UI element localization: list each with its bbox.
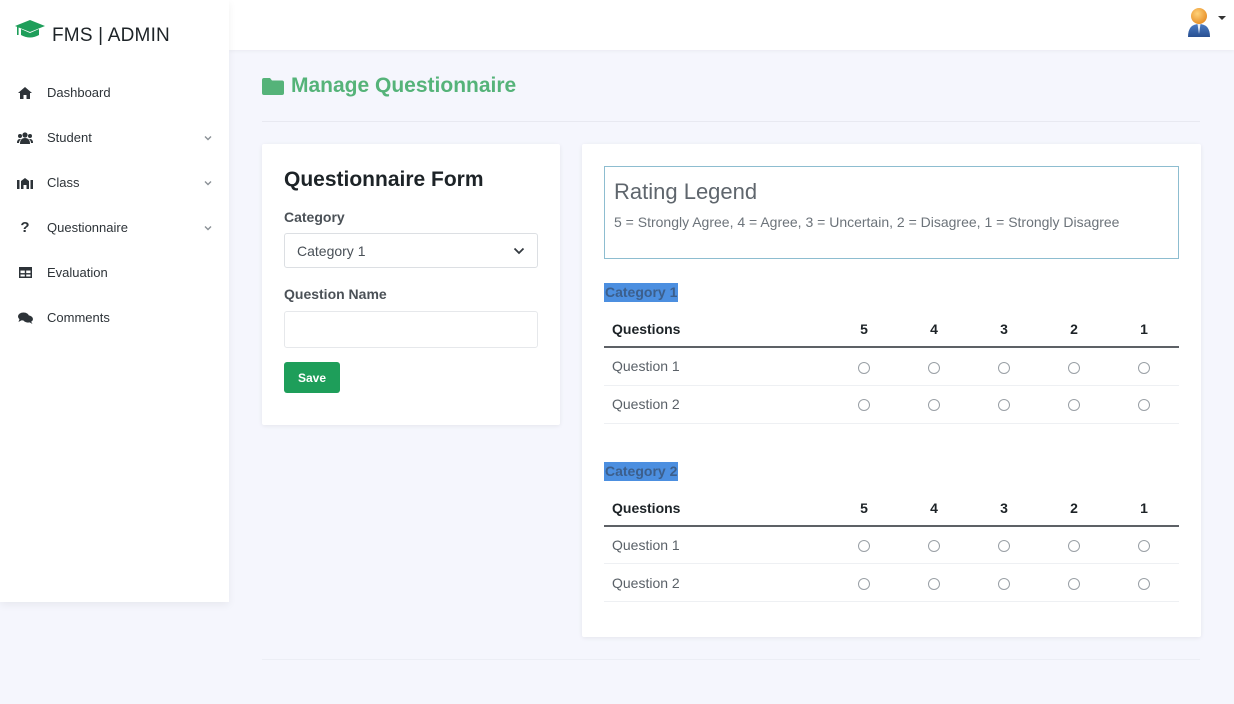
- table-row: Question 1: [604, 347, 1179, 386]
- sidebar-nav: Dashboard Student Class ? Questionnaire: [0, 70, 229, 340]
- column-header: 5: [829, 312, 899, 348]
- rating-radio-5[interactable]: [858, 540, 870, 553]
- topbar: [229, 0, 1234, 50]
- column-header: 1: [1109, 312, 1179, 348]
- table-row: Question 1: [604, 525, 1179, 564]
- sidebar-item-label: Dashboard: [47, 85, 111, 100]
- table-row: Question 2: [604, 385, 1179, 424]
- question-icon: ?: [20, 219, 30, 236]
- comments-icon: [17, 311, 33, 325]
- rating-radio-4[interactable]: [928, 540, 940, 553]
- rating-radio-1[interactable]: [1138, 577, 1150, 590]
- rating-legend-text: 5 = Strongly Agree, 4 = Agree, 3 = Uncer…: [614, 214, 1120, 230]
- column-header: 1: [1109, 490, 1179, 527]
- column-header: Questions: [604, 312, 829, 348]
- column-header: Questions: [604, 490, 829, 527]
- question-name-label: Question Name: [284, 286, 387, 302]
- user-avatar-icon: [1188, 8, 1210, 37]
- folder-icon: [262, 77, 284, 95]
- category-heading: Category 2: [604, 461, 679, 481]
- sidebar-item-dashboard[interactable]: Dashboard: [0, 70, 229, 115]
- category-heading: Category 1: [604, 283, 679, 302]
- sidebar-item-label: Student: [47, 130, 92, 145]
- rating-radio-3[interactable]: [998, 399, 1010, 412]
- caret-down-icon: [1218, 16, 1226, 20]
- question-name-input[interactable]: [284, 311, 538, 348]
- table-icon: [17, 266, 33, 280]
- sidebar-item-label: Comments: [47, 310, 110, 325]
- category-select[interactable]: Category 1: [284, 233, 538, 268]
- question-text: Question 2: [604, 385, 829, 424]
- table-header-row: Questions 5 4 3 2 1: [604, 490, 1179, 527]
- rating-radio-2[interactable]: [1068, 399, 1080, 412]
- chevron-down-icon: [204, 180, 212, 185]
- page-title-text: Manage Questionnaire: [291, 74, 517, 97]
- question-text: Question 1: [604, 525, 829, 564]
- school-icon: [17, 176, 33, 190]
- column-header: 3: [969, 490, 1039, 527]
- rating-radio-4[interactable]: [928, 577, 940, 590]
- column-header: 4: [899, 490, 969, 527]
- questionnaire-form-card: Questionnaire Form Category Category 1 Q…: [262, 144, 560, 425]
- rating-radio-1[interactable]: [1138, 399, 1150, 412]
- rating-radio-3[interactable]: [998, 577, 1010, 590]
- chevron-down-icon: [204, 135, 212, 140]
- category-select-value: Category 1: [297, 242, 366, 259]
- sidebar-item-comments[interactable]: Comments: [0, 295, 229, 340]
- divider: [262, 659, 1200, 660]
- rating-radio-2[interactable]: [1068, 361, 1080, 374]
- sidebar-item-evaluation[interactable]: Evaluation: [0, 250, 229, 295]
- brand-title: FMS | ADMIN: [52, 25, 170, 46]
- column-header: 4: [899, 312, 969, 348]
- divider: [262, 121, 1200, 122]
- column-header: 2: [1039, 490, 1109, 527]
- rating-radio-2[interactable]: [1068, 577, 1080, 590]
- home-icon: [17, 86, 33, 100]
- category-label: Category: [284, 209, 345, 225]
- sidebar-item-label: Class: [47, 175, 80, 190]
- rating-radio-2[interactable]: [1068, 540, 1080, 553]
- rating-table: Questions 5 4 3 2 1 Question 1 Question …: [604, 490, 1179, 602]
- table-header-row: Questions 5 4 3 2 1: [604, 312, 1179, 348]
- user-menu[interactable]: [1186, 6, 1226, 38]
- category-block: Category 1 Questions 5 4 3 2 1 Question …: [604, 283, 1179, 424]
- question-text: Question 1: [604, 347, 829, 386]
- column-header: 3: [969, 312, 1039, 348]
- graduation-cap-icon: [15, 20, 45, 38]
- sidebar-item-student[interactable]: Student: [0, 115, 229, 160]
- rating-radio-4[interactable]: [928, 361, 940, 374]
- table-row: Question 2: [604, 563, 1179, 602]
- sidebar-item-label: Questionnaire: [47, 220, 128, 235]
- rating-radio-1[interactable]: [1138, 540, 1150, 553]
- rating-legend: Rating Legend 5 = Strongly Agree, 4 = Ag…: [604, 166, 1179, 259]
- brand[interactable]: FMS | ADMIN: [0, 0, 229, 68]
- sidebar-item-class[interactable]: Class: [0, 160, 229, 205]
- chevron-down-icon: [513, 247, 525, 254]
- page-title: Manage Questionnaire: [262, 74, 516, 98]
- rating-radio-5[interactable]: [858, 399, 870, 412]
- rating-legend-title: Rating Legend: [614, 179, 758, 204]
- rating-radio-3[interactable]: [998, 361, 1010, 374]
- sidebar-item-questionnaire[interactable]: ? Questionnaire: [0, 205, 229, 250]
- questionnaire-preview-card: Rating Legend 5 = Strongly Agree, 4 = Ag…: [582, 144, 1201, 637]
- question-text: Question 2: [604, 563, 829, 602]
- form-title: Questionnaire Form: [284, 168, 484, 191]
- rating-radio-3[interactable]: [998, 540, 1010, 553]
- chevron-down-icon: [204, 225, 212, 230]
- rating-radio-4[interactable]: [928, 399, 940, 412]
- sidebar: FMS | ADMIN Dashboard Student Class ? Qu…: [0, 0, 229, 602]
- rating-table: Questions 5 4 3 2 1 Question 1 Question …: [604, 312, 1179, 424]
- sidebar-item-label: Evaluation: [47, 265, 108, 280]
- category-block: Category 2 Questions 5 4 3 2 1 Question …: [604, 461, 1179, 602]
- column-header: 5: [829, 490, 899, 527]
- rating-radio-1[interactable]: [1138, 361, 1150, 374]
- rating-radio-5[interactable]: [858, 361, 870, 374]
- rating-radio-5[interactable]: [858, 577, 870, 590]
- users-icon: [17, 131, 33, 145]
- column-header: 2: [1039, 312, 1109, 348]
- save-button[interactable]: Save: [284, 362, 340, 393]
